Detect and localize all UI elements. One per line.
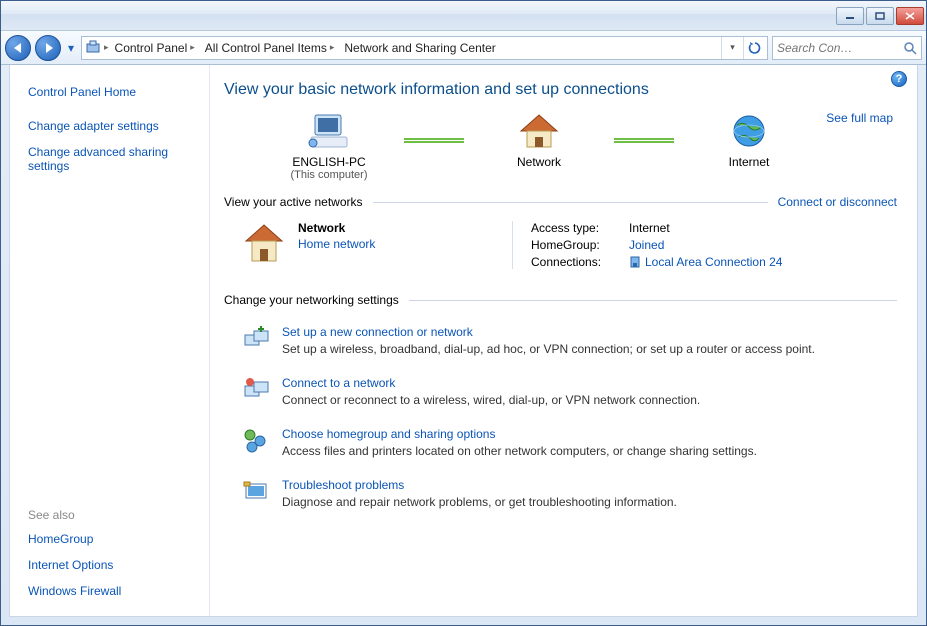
breadcrumb-all-items[interactable]: All Control Panel Items▸ xyxy=(201,37,339,59)
setting-homegroup-sharing[interactable]: Choose homegroup and sharing options Acc… xyxy=(224,417,897,468)
map-computer-name: ENGLISH-PC xyxy=(292,155,365,169)
setting-title[interactable]: Set up a new connection or network xyxy=(282,325,815,339)
chevron-icon: ▸ xyxy=(330,42,335,53)
troubleshoot-icon xyxy=(242,478,270,506)
refresh-button[interactable] xyxy=(743,37,765,59)
setting-desc: Set up a wireless, broadband, dial-up, a… xyxy=(282,342,815,356)
map-node-network: Network xyxy=(464,111,614,169)
access-type-value: Internet xyxy=(629,221,782,235)
setting-title[interactable]: Choose homegroup and sharing options xyxy=(282,427,757,441)
house-icon xyxy=(517,111,561,151)
setting-setup-connection[interactable]: Set up a new connection or network Set u… xyxy=(224,315,897,366)
search-input[interactable] xyxy=(777,41,903,55)
control-panel-home-link[interactable]: Control Panel Home xyxy=(28,85,195,99)
nav-back-button[interactable] xyxy=(5,35,31,61)
access-type-label: Access type: xyxy=(531,221,623,235)
see-also-homegroup[interactable]: HomeGroup xyxy=(28,532,195,546)
network-name: Network xyxy=(298,221,375,235)
toolbar: ▾ ▸ Control Panel▸ All Control Panel Ite… xyxy=(1,31,926,65)
content: View your basic network information and … xyxy=(210,65,917,616)
map-connector xyxy=(404,121,464,157)
address-dropdown-button[interactable]: ▾ xyxy=(721,37,743,59)
house-icon xyxy=(242,221,286,265)
map-node-internet: Internet xyxy=(674,111,824,169)
nav-forward-button[interactable] xyxy=(35,35,61,61)
chevron-icon: ▸ xyxy=(104,42,109,53)
breadcrumb-current[interactable]: Network and Sharing Center xyxy=(340,37,499,59)
close-button[interactable] xyxy=(896,7,924,25)
active-networks-header: View your active networks Connect or dis… xyxy=(224,195,897,209)
sidebar: Control Panel Home Change adapter settin… xyxy=(10,65,210,616)
change-settings-header: Change your networking settings xyxy=(224,293,897,307)
chevron-icon: ▸ xyxy=(190,42,195,53)
setup-connection-icon xyxy=(242,325,270,353)
see-also-windows-firewall[interactable]: Windows Firewall xyxy=(28,584,195,598)
setting-desc: Diagnose and repair network problems, or… xyxy=(282,495,677,509)
setting-troubleshoot[interactable]: Troubleshoot problems Diagnose and repai… xyxy=(224,468,897,519)
setting-title[interactable]: Connect to a network xyxy=(282,376,700,390)
globe-icon xyxy=(729,111,769,151)
connections-label: Connections: xyxy=(531,255,623,269)
setting-connect-network[interactable]: Connect to a network Connect or reconnec… xyxy=(224,366,897,417)
map-node-computer: ENGLISH-PC (This computer) xyxy=(254,111,404,181)
title-bar xyxy=(1,1,926,31)
map-network-label: Network xyxy=(517,155,561,169)
connection-link[interactable]: Local Area Connection 24 xyxy=(645,255,782,269)
map-connector xyxy=(614,121,674,157)
see-also-label: See also xyxy=(28,508,195,522)
network-map: See full map ENGLISH-PC (This computer) xyxy=(224,111,897,181)
search-box[interactable] xyxy=(772,36,922,60)
search-icon xyxy=(903,41,917,55)
homegroup-link[interactable]: Joined xyxy=(629,238,782,252)
homegroup-label: HomeGroup: xyxy=(531,238,623,252)
ethernet-icon xyxy=(629,255,641,269)
change-settings-label: Change your networking settings xyxy=(224,293,399,307)
sidebar-link-advanced-sharing[interactable]: Change advanced sharing settings xyxy=(28,145,195,173)
sidebar-link-adapter-settings[interactable]: Change adapter settings xyxy=(28,119,195,133)
see-also-internet-options[interactable]: Internet Options xyxy=(28,558,195,572)
computer-icon xyxy=(307,111,351,151)
window-frame: ▾ ▸ Control Panel▸ All Control Panel Ite… xyxy=(0,0,927,626)
setting-title[interactable]: Troubleshoot problems xyxy=(282,478,677,492)
maximize-button[interactable] xyxy=(866,7,894,25)
connect-network-icon xyxy=(242,376,270,404)
minimize-button[interactable] xyxy=(836,7,864,25)
network-type-link[interactable]: Home network xyxy=(298,237,375,251)
active-networks-label: View your active networks xyxy=(224,195,363,209)
setting-desc: Connect or reconnect to a wireless, wire… xyxy=(282,393,700,407)
page-title: View your basic network information and … xyxy=(224,81,897,99)
map-internet-label: Internet xyxy=(729,155,770,169)
homegroup-icon xyxy=(242,427,270,455)
nav-history-dropdown[interactable]: ▾ xyxy=(65,37,77,59)
breadcrumb-control-panel[interactable]: Control Panel▸ xyxy=(111,37,199,59)
setting-desc: Access files and printers located on oth… xyxy=(282,444,757,458)
active-network-block: Network Home network Access type: Intern… xyxy=(224,217,897,279)
map-computer-sub: (This computer) xyxy=(290,169,367,181)
network-center-icon xyxy=(84,39,102,57)
settings-list: Set up a new connection or network Set u… xyxy=(224,315,897,519)
address-bar[interactable]: ▸ Control Panel▸ All Control Panel Items… xyxy=(81,36,768,60)
body: ? Control Panel Home Change adapter sett… xyxy=(9,65,918,617)
see-full-map-link[interactable]: See full map xyxy=(826,111,893,125)
connect-disconnect-link[interactable]: Connect or disconnect xyxy=(778,195,897,209)
